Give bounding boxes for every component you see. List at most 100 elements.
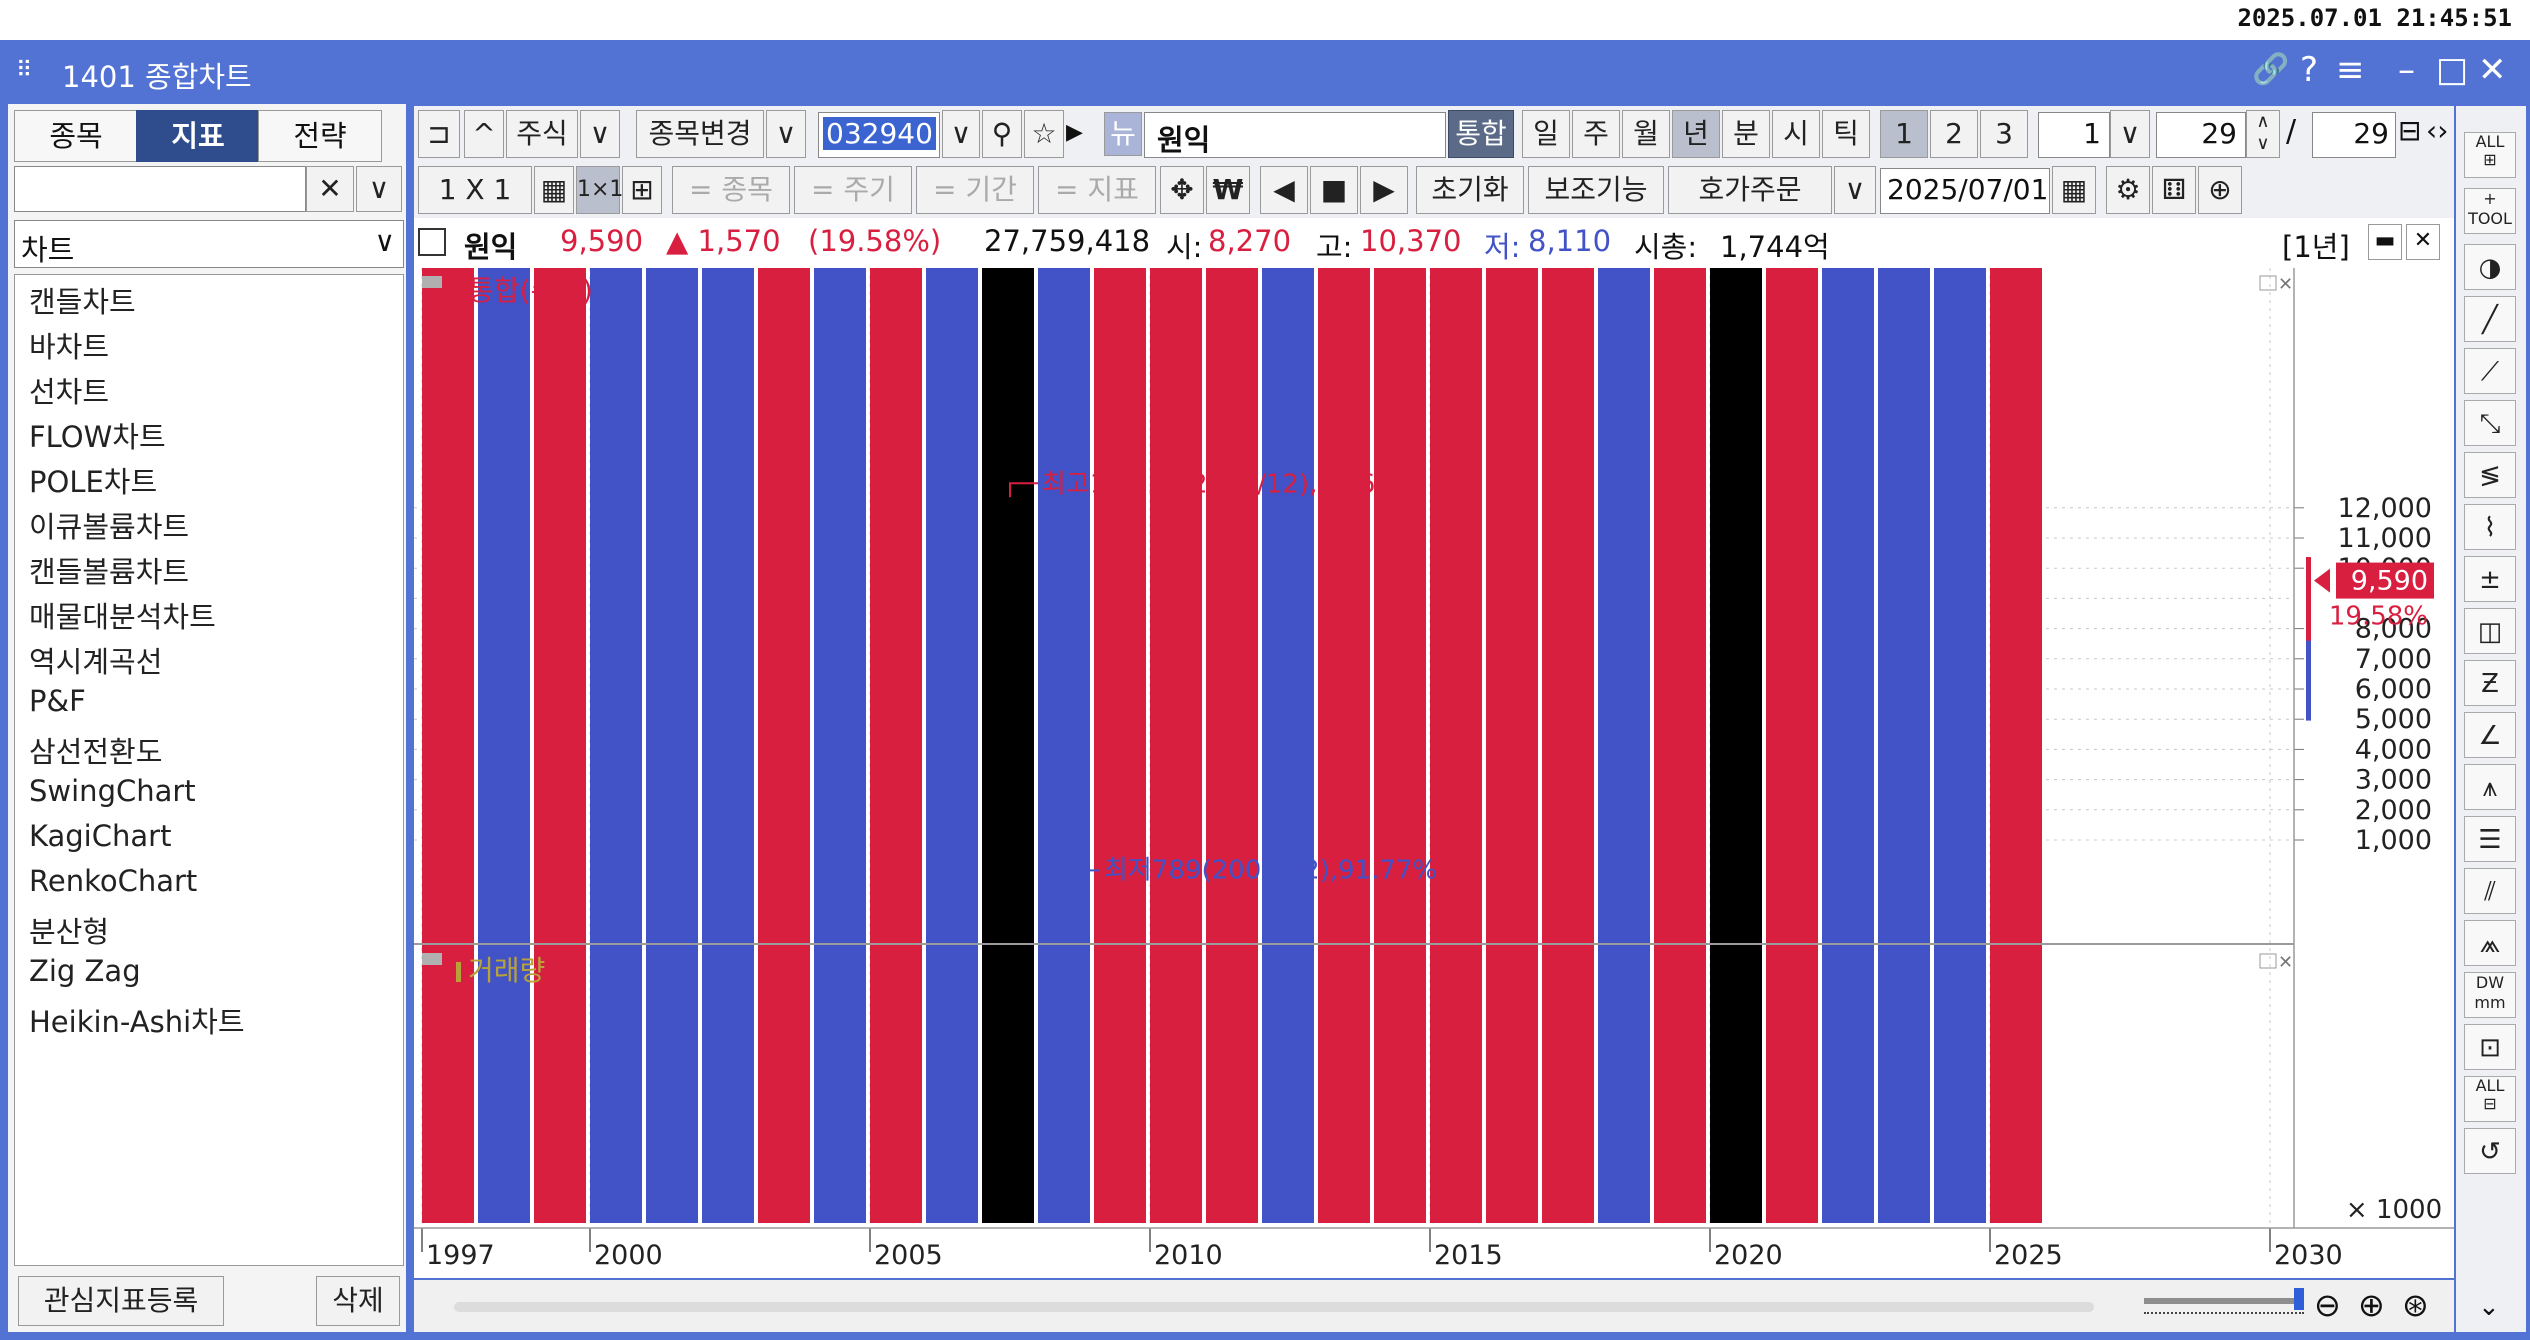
tab-stock[interactable]: 종목 — [14, 110, 138, 162]
list-item[interactable]: 분산형 — [29, 909, 109, 951]
panel-toggle-button[interactable]: ⊐ — [418, 110, 460, 158]
search-input[interactable] — [14, 166, 306, 212]
region-zoom-icon[interactable]: ⊡ — [2464, 1024, 2516, 1070]
volume-bar[interactable] — [814, 268, 866, 1223]
table-icon[interactable]: ⊞ — [622, 166, 662, 214]
polyline-icon[interactable]: ⌇ — [2464, 504, 2516, 550]
volume-bar[interactable] — [1094, 268, 1146, 1223]
close-icon[interactable]: ✕ — [2478, 50, 2507, 90]
trendline-icon[interactable]: ╱ — [2464, 296, 2516, 342]
change-symbol-button[interactable]: 종목변경 — [636, 110, 764, 158]
pane-maximize-icon[interactable]: ▬ — [2368, 224, 2402, 260]
period-month[interactable]: 월 — [1622, 110, 1670, 158]
volume-bar[interactable] — [1822, 268, 1874, 1223]
volume-bar[interactable] — [1486, 268, 1538, 1223]
text-list-icon[interactable]: ☰ — [2464, 816, 2516, 862]
all-tools-icon[interactable]: ALL ⊞ — [2464, 132, 2516, 178]
minimize-icon[interactable]: – — [2398, 50, 2415, 90]
star-icon[interactable]: ☆ — [1024, 110, 1064, 158]
chart-area[interactable]: 1,000 2,000 3,000 4,000 5,000 6,000 7,000 8,000… — [414, 268, 2454, 1278]
tab-indicator[interactable]: 지표 — [136, 110, 260, 162]
volume-bar[interactable] — [1878, 268, 1930, 1223]
volume-bar[interactable] — [1542, 268, 1594, 1223]
parallel-lines-icon[interactable]: ⫽ — [2464, 868, 2516, 914]
tool-icon[interactable]: + TOOL — [2464, 188, 2516, 234]
list-item[interactable]: 역시계곡선 — [29, 639, 162, 681]
tab-strategy[interactable]: 전략 — [258, 110, 382, 162]
category-select[interactable]: 차트 ∨ — [14, 220, 404, 268]
aux-function-button[interactable]: 보조기능 — [1528, 166, 1664, 214]
filter-indicator[interactable]: = 지표 — [1038, 166, 1156, 214]
volume-bar[interactable] — [1206, 268, 1258, 1223]
help-icon[interactable]: ? — [2300, 50, 2318, 90]
shapes-icon[interactable]: ◫ — [2464, 608, 2516, 654]
volume-bar[interactable] — [870, 268, 922, 1223]
filter-stock[interactable]: = 종목 — [672, 166, 790, 214]
integrated-button[interactable]: 통합 — [1448, 110, 1514, 158]
settings-icon[interactable]: ⚙ — [2106, 166, 2150, 214]
volume-bar[interactable] — [1710, 268, 1762, 1223]
list-item[interactable]: KagiChart — [29, 819, 171, 853]
list-item[interactable]: 캔들차트 — [29, 279, 136, 321]
list-item[interactable]: Heikin-Ashi차트 — [29, 999, 245, 1041]
extended-line-icon[interactable]: ⤡ — [2464, 400, 2516, 446]
zoom-slider-handle[interactable] — [2294, 1288, 2304, 1310]
undo-icon[interactable]: ↺ — [2464, 1128, 2516, 1174]
move-icon[interactable]: ✥ — [1160, 166, 1204, 214]
compare-checkbox[interactable] — [418, 228, 446, 256]
chart-svg[interactable]: 1,0002,0003,0004,0005,0006,0007,0008,000… — [414, 268, 2454, 1278]
search-icon[interactable]: ⚲ — [982, 110, 1022, 158]
preset-3[interactable]: 3 — [1980, 110, 2028, 158]
angle-icon[interactable]: ∠ — [2464, 712, 2516, 758]
pattern-icon[interactable]: ⩕ — [2464, 920, 2516, 966]
volume-bar[interactable] — [1430, 268, 1482, 1223]
period-hour[interactable]: 시 — [1772, 110, 1820, 158]
play-icon[interactable]: ▶ — [1066, 120, 1083, 145]
scroll-right-button[interactable]: ▶ — [1360, 166, 1408, 214]
volume-bar[interactable] — [982, 268, 1034, 1223]
period-year[interactable]: 년 — [1672, 110, 1720, 158]
list-item[interactable]: 캔들볼륨차트 — [29, 549, 189, 591]
caret-up-button[interactable]: ^ — [464, 110, 504, 158]
layout-1x1-button[interactable]: 1×1 — [576, 166, 623, 214]
order-book-button[interactable]: 호가주문 — [1668, 166, 1832, 214]
plus-minus-icon[interactable]: ± — [2464, 556, 2516, 602]
symbol-code-input[interactable]: 032940 — [818, 112, 940, 158]
list-item[interactable]: FLOW차트 — [29, 414, 166, 456]
volume-bar[interactable] — [702, 268, 754, 1223]
order-dropdown[interactable]: ∨ — [1834, 166, 1876, 214]
price-pane-close-icon[interactable]: ✕ — [2278, 274, 2293, 295]
ray-icon[interactable]: ⟋ — [2464, 348, 2516, 394]
list-item[interactable]: RenkoChart — [29, 864, 197, 898]
interval-input[interactable]: 1 — [2038, 112, 2110, 158]
scroll-left-button[interactable]: ◀ — [1260, 166, 1308, 214]
zigzag-line-icon[interactable]: ≶ — [2464, 452, 2516, 498]
volume-bar[interactable] — [646, 268, 698, 1223]
interval-dropdown[interactable]: ∨ — [2110, 110, 2150, 158]
filter-period[interactable]: = 주기 — [794, 166, 912, 214]
volume-bar[interactable] — [478, 268, 530, 1223]
stop-button[interactable]: ■ — [1310, 166, 1358, 214]
register-indicator-button[interactable]: 관심지표등록 — [18, 1276, 224, 1326]
link-icon[interactable]: 🔗 — [2252, 52, 2289, 87]
currency-icon[interactable]: ₩ — [1206, 166, 1250, 214]
add-chart-icon[interactable]: ⊕ — [2198, 166, 2242, 214]
horizontal-scrollbar[interactable] — [454, 1302, 2094, 1312]
list-item[interactable]: 이큐볼륨차트 — [29, 504, 189, 546]
volume-bar[interactable] — [422, 268, 474, 1223]
volume-bar[interactable] — [1374, 268, 1426, 1223]
calendar-icon[interactable]: ▦ — [2052, 166, 2096, 214]
list-item[interactable]: 선차트 — [29, 369, 109, 411]
volume-bar[interactable] — [590, 268, 642, 1223]
volume-bar[interactable] — [534, 268, 586, 1223]
pane-close-icon[interactable]: ✕ — [2406, 224, 2440, 260]
fan-icon[interactable]: ⩚ — [2464, 764, 2516, 810]
list-item[interactable]: SwingChart — [29, 774, 196, 808]
list-item[interactable]: 매물대분석차트 — [29, 594, 216, 636]
date-input[interactable]: 2025/07/01 — [1880, 168, 2050, 214]
preset-2[interactable]: 2 — [1930, 110, 1978, 158]
volume-bar[interactable] — [1990, 268, 2042, 1223]
zoom-in-icon[interactable]: ⊕ — [2358, 1286, 2385, 1324]
menu-lines-icon[interactable]: ≡ — [2336, 50, 2365, 90]
list-item[interactable]: Zig Zag — [29, 954, 141, 988]
